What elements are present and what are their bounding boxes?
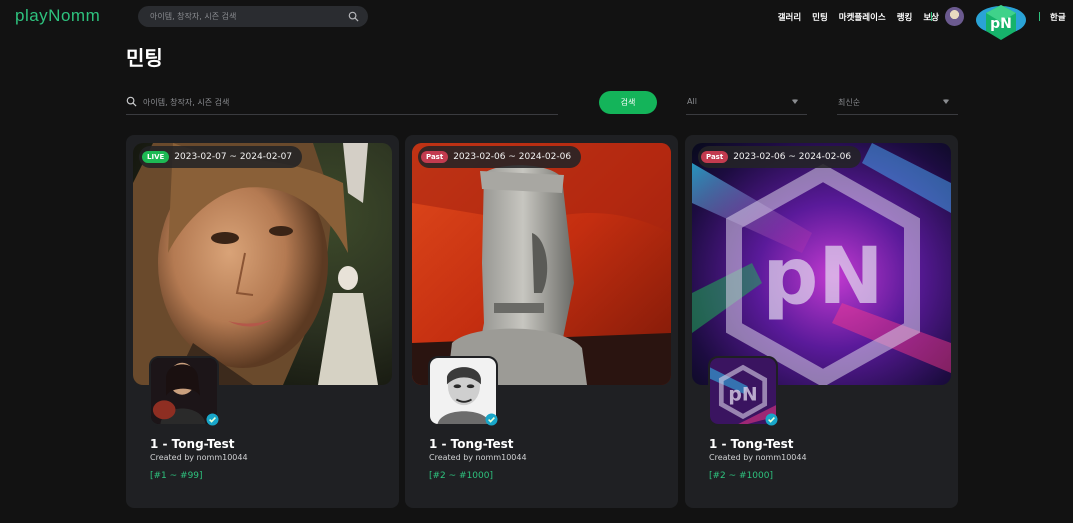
card-artwork[interactable] (133, 143, 392, 385)
card-creator: Created by nomm10044 (709, 453, 807, 462)
card-token-range: [#2 ~ #1000] (709, 471, 773, 481)
playnomm-logo[interactable]: playNomm (15, 6, 100, 26)
search-button[interactable]: 검색 (599, 91, 657, 114)
mint-period-badge: Past 2023-02-06 ~ 2024-02-06 (698, 146, 862, 168)
pn-badge-text: pN (990, 16, 1012, 32)
main-nav: 갤러리 민팅 마켓플레이스 랭킹 보상 (778, 11, 939, 23)
status-badge: Past (421, 151, 449, 163)
chevron-down-icon (791, 99, 799, 104)
sort-select-value: 최신순 (838, 98, 861, 107)
search-icon (126, 96, 137, 107)
card-title[interactable]: 1 - Tong-Test (709, 437, 793, 451)
svg-text:pN: pN (728, 384, 757, 405)
global-search-placeholder: 아이템, 창작자, 시즌 검색 (150, 12, 237, 21)
card-artwork[interactable] (412, 143, 671, 385)
portrait-artwork (133, 143, 392, 385)
mint-period: 2023-02-07 ~ 2024-02-07 (174, 152, 293, 162)
card-creator: Created by nomm10044 (150, 453, 248, 462)
user-avatar[interactable] (945, 7, 964, 26)
chevron-down-icon (942, 99, 950, 104)
mint-period-badge: Past 2023-02-06 ~ 2024-02-06 (418, 146, 582, 168)
minting-card[interactable]: LIVE 2023-02-07 ~ 2024-02-07 1 - Tong-Te… (126, 135, 399, 508)
mint-period: 2023-02-06 ~ 2024-02-06 (733, 152, 852, 162)
nav-ranking[interactable]: 랭킹 (897, 11, 913, 23)
page-title: 민팅 (126, 46, 163, 70)
top-header: playNomm 아이템, 창작자, 시즌 검색 갤러리 민팅 마켓플레이스 랭… (0, 0, 1073, 40)
status-select[interactable]: All (686, 91, 807, 115)
minting-card[interactable]: Past 2023-02-06 ~ 2024-02-06 1 - Tong-Te… (405, 135, 678, 508)
verified-icon (765, 413, 778, 426)
nav-minting[interactable]: 민팅 (812, 11, 828, 23)
minting-card[interactable]: pN Past 2023-02-06 ~ 2024-02-06 pN 1 - T… (685, 135, 958, 508)
global-search-input[interactable]: 아이템, 창작자, 시즌 검색 (138, 6, 368, 27)
statue-artwork (412, 143, 671, 385)
verified-icon (206, 413, 219, 426)
card-token-range: [#2 ~ #1000] (429, 471, 493, 481)
minting-search-placeholder: 아이템, 창작자, 시즌 검색 (143, 98, 230, 107)
nav-marketplace[interactable]: 마켓플레이스 (839, 11, 886, 23)
card-token-range: [#1 ~ #99] (150, 471, 203, 481)
verified-icon (485, 413, 498, 426)
pn-brand-badge[interactable]: pN (975, 3, 1027, 41)
mint-period-badge: LIVE 2023-02-07 ~ 2024-02-07 (139, 146, 303, 168)
status-select-value: All (687, 97, 697, 106)
lang-divider (1039, 12, 1040, 21)
card-creator: Created by nomm10044 (429, 453, 527, 462)
search-icon[interactable] (348, 11, 359, 22)
status-badge: Past (701, 151, 729, 163)
pn-logo-artwork: pN (692, 143, 951, 385)
nav-gallery[interactable]: 갤러리 (778, 11, 801, 23)
language-toggle[interactable]: 한글 (1050, 11, 1066, 23)
nav-divider (931, 12, 932, 21)
card-title[interactable]: 1 - Tong-Test (429, 437, 513, 451)
status-badge: LIVE (142, 151, 170, 163)
card-artwork[interactable]: pN (692, 143, 951, 385)
svg-text:pN: pN (762, 232, 883, 322)
mint-period: 2023-02-06 ~ 2024-02-06 (453, 152, 572, 162)
sort-select[interactable]: 최신순 (837, 91, 958, 115)
minting-search-input[interactable]: 아이템, 창작자, 시즌 검색 (126, 91, 558, 115)
card-title[interactable]: 1 - Tong-Test (150, 437, 234, 451)
